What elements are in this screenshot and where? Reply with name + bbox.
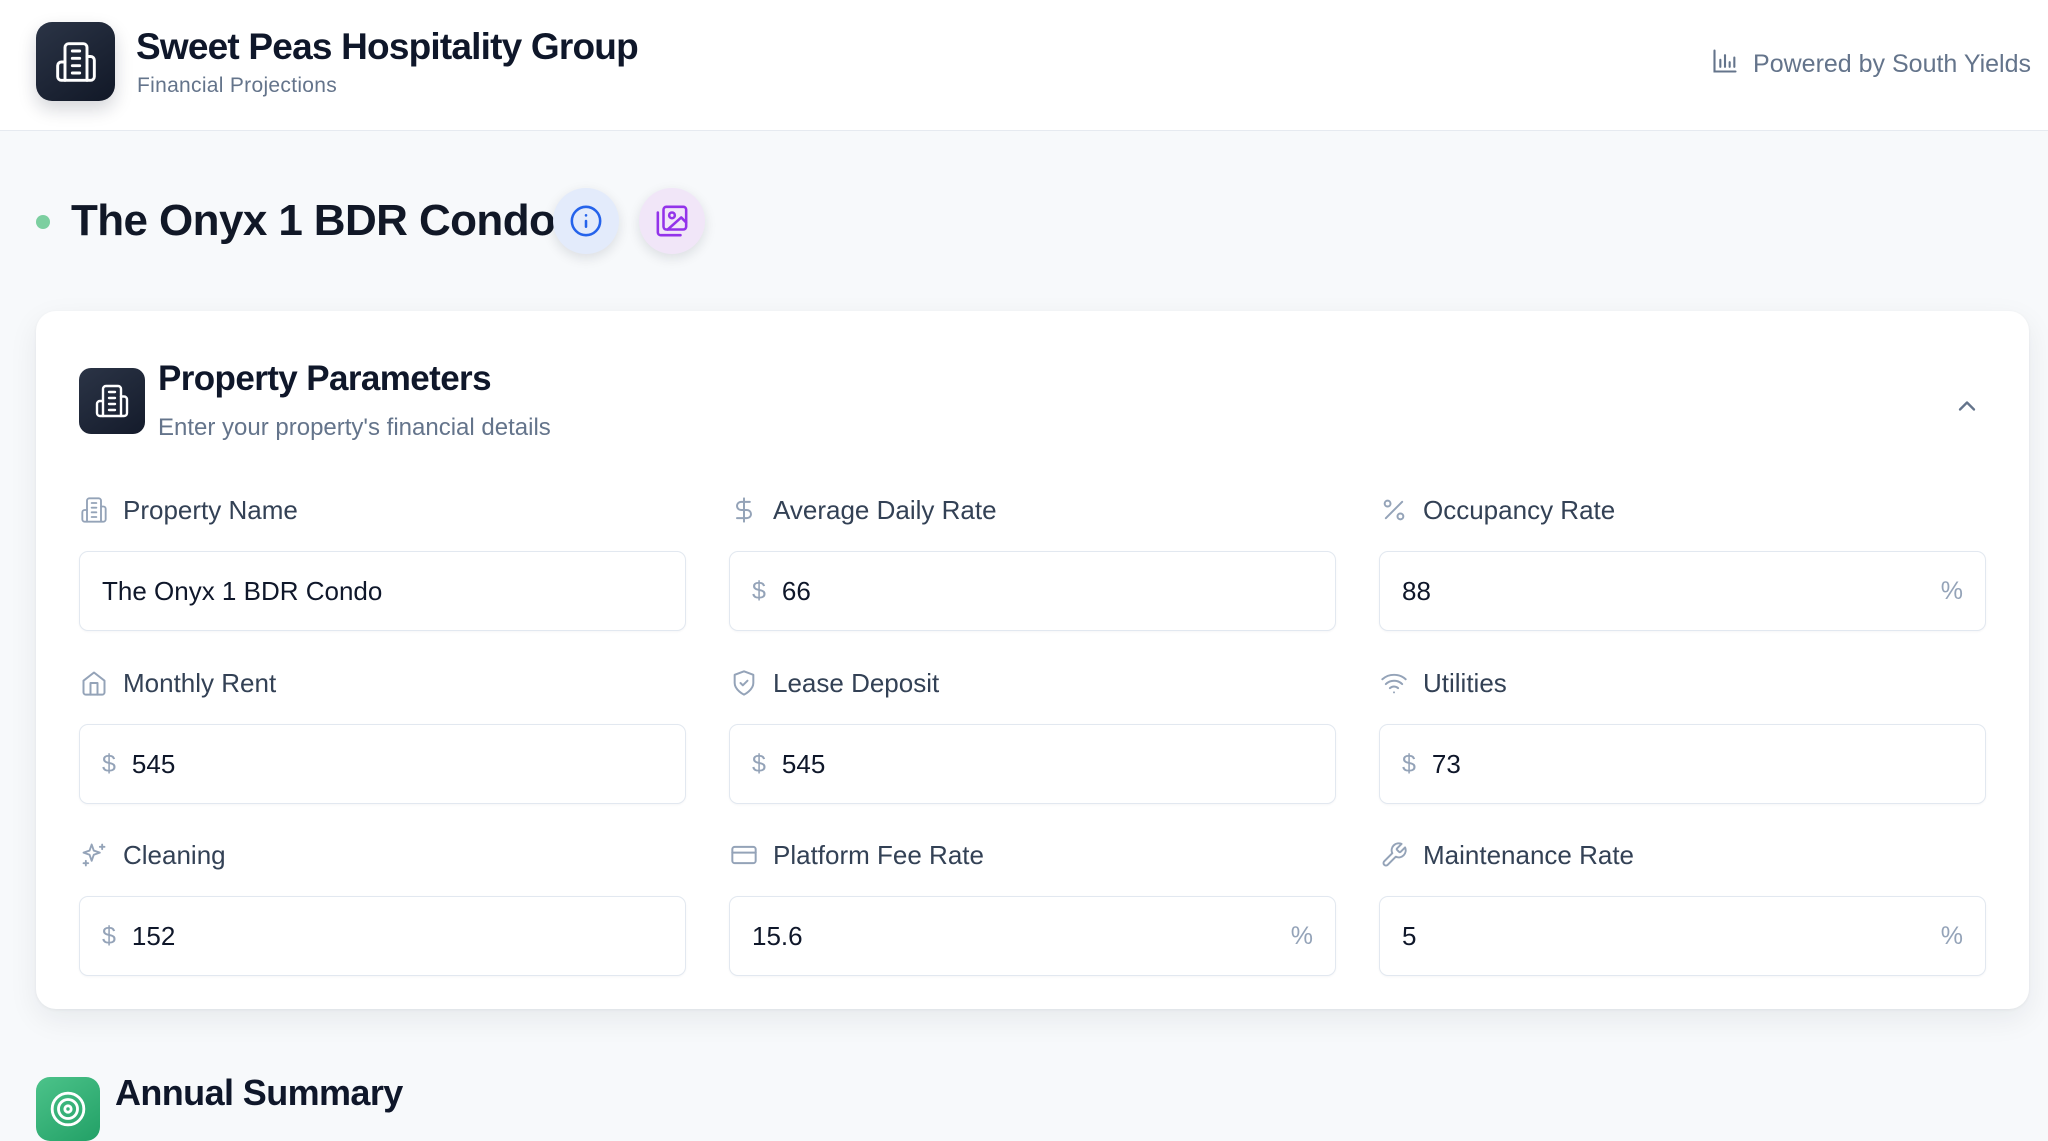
section-title: Property Parameters: [158, 359, 492, 398]
home-icon: [79, 668, 109, 698]
powered-by[interactable]: Powered by South Yields: [1711, 47, 2031, 82]
input-value: 152: [131, 920, 176, 951]
input-value: 545: [781, 748, 826, 779]
field-utilities: Utilities $ 73: [1379, 666, 1986, 804]
app-subtitle: Financial Projections: [137, 74, 338, 97]
field-label: Platform Fee Rate: [773, 839, 984, 870]
field-label: Property Name: [123, 494, 298, 525]
currency-prefix: $: [102, 921, 116, 950]
field-label: Average Daily Rate: [773, 494, 997, 525]
powered-by-label: Powered by South Yields: [1753, 50, 2031, 78]
lease-deposit-input[interactable]: $ 545: [729, 724, 1336, 804]
field-lease-deposit: Lease Deposit $ 545: [729, 666, 1336, 804]
input-value: The Onyx 1 BDR Condo: [102, 575, 383, 606]
average-daily-rate-input[interactable]: $ 66: [729, 551, 1336, 631]
currency-prefix: $: [752, 749, 766, 778]
dollar-icon: [729, 495, 759, 525]
info-button[interactable]: [553, 188, 619, 254]
maintenance-rate-input[interactable]: 5 %: [1379, 896, 1986, 976]
occupancy-rate-input[interactable]: 88 %: [1379, 551, 1986, 631]
field-property-name: Property Name The Onyx 1 BDR Condo: [79, 493, 686, 631]
chevron-up-icon: [1958, 401, 1976, 411]
images-icon: [656, 205, 688, 237]
credit-card-icon: [729, 840, 759, 870]
gallery-button[interactable]: [639, 188, 705, 254]
field-average-daily-rate: Average Daily Rate $ 66: [729, 493, 1336, 631]
platform-fee-rate-input[interactable]: 15.6 %: [729, 896, 1336, 976]
percent-suffix: %: [1290, 921, 1313, 950]
building-logo-icon: [36, 22, 115, 101]
field-monthly-rent: Monthly Rent $ 545: [79, 666, 686, 804]
top-bar: Sweet Peas Hospitality Group Financial P…: [0, 0, 2048, 131]
monthly-rent-input[interactable]: $ 545: [79, 724, 686, 804]
percent-suffix: %: [1940, 576, 1963, 605]
building-icon: [79, 368, 145, 434]
shield-icon: [729, 668, 759, 698]
field-occupancy-rate: Occupancy Rate 88 %: [1379, 493, 1986, 631]
field-label: Cleaning: [123, 839, 226, 870]
property-parameters-card: Property Parameters Enter your property'…: [36, 311, 2029, 1009]
input-value: 5: [1402, 920, 1417, 951]
section-subtitle: Enter your property's financial details: [158, 414, 551, 441]
percent-icon: [1379, 495, 1409, 525]
building-icon: [79, 495, 109, 525]
status-dot: [36, 215, 50, 229]
info-icon: [570, 205, 602, 237]
wrench-icon: [1379, 840, 1409, 870]
company-name: Sweet Peas Hospitality Group: [136, 26, 639, 67]
utilities-input[interactable]: $ 73: [1379, 724, 1986, 804]
input-value: 545: [131, 748, 176, 779]
field-label: Occupancy Rate: [1423, 494, 1616, 525]
field-label: Monthly Rent: [123, 667, 277, 698]
input-value: 15.6: [752, 920, 803, 951]
wifi-icon: [1379, 668, 1409, 698]
collapse-button[interactable]: [1947, 386, 1987, 426]
currency-prefix: $: [1402, 749, 1416, 778]
annual-summary-title: Annual Summary: [115, 1072, 403, 1113]
input-value: 88: [1402, 575, 1431, 606]
property-name-input[interactable]: The Onyx 1 BDR Condo: [79, 551, 686, 631]
currency-prefix: $: [752, 576, 766, 605]
property-title: The Onyx 1 BDR Condo: [71, 196, 556, 245]
sparkles-icon: [79, 840, 109, 870]
bar-chart-icon: [1711, 47, 1739, 82]
field-label: Lease Deposit: [773, 667, 940, 698]
input-value: 73: [1431, 748, 1461, 779]
target-icon: [36, 1077, 100, 1141]
percent-suffix: %: [1940, 921, 1963, 950]
field-maintenance-rate: Maintenance Rate 5 %: [1379, 838, 1986, 976]
cleaning-input[interactable]: $ 152: [79, 896, 686, 976]
field-platform-fee-rate: Platform Fee Rate 15.6 %: [729, 838, 1336, 976]
input-value: 66: [781, 575, 811, 606]
field-label: Maintenance Rate: [1423, 839, 1635, 870]
currency-prefix: $: [102, 749, 116, 778]
field-label: Utilities: [1423, 667, 1507, 698]
field-cleaning: Cleaning $ 152: [79, 838, 686, 976]
